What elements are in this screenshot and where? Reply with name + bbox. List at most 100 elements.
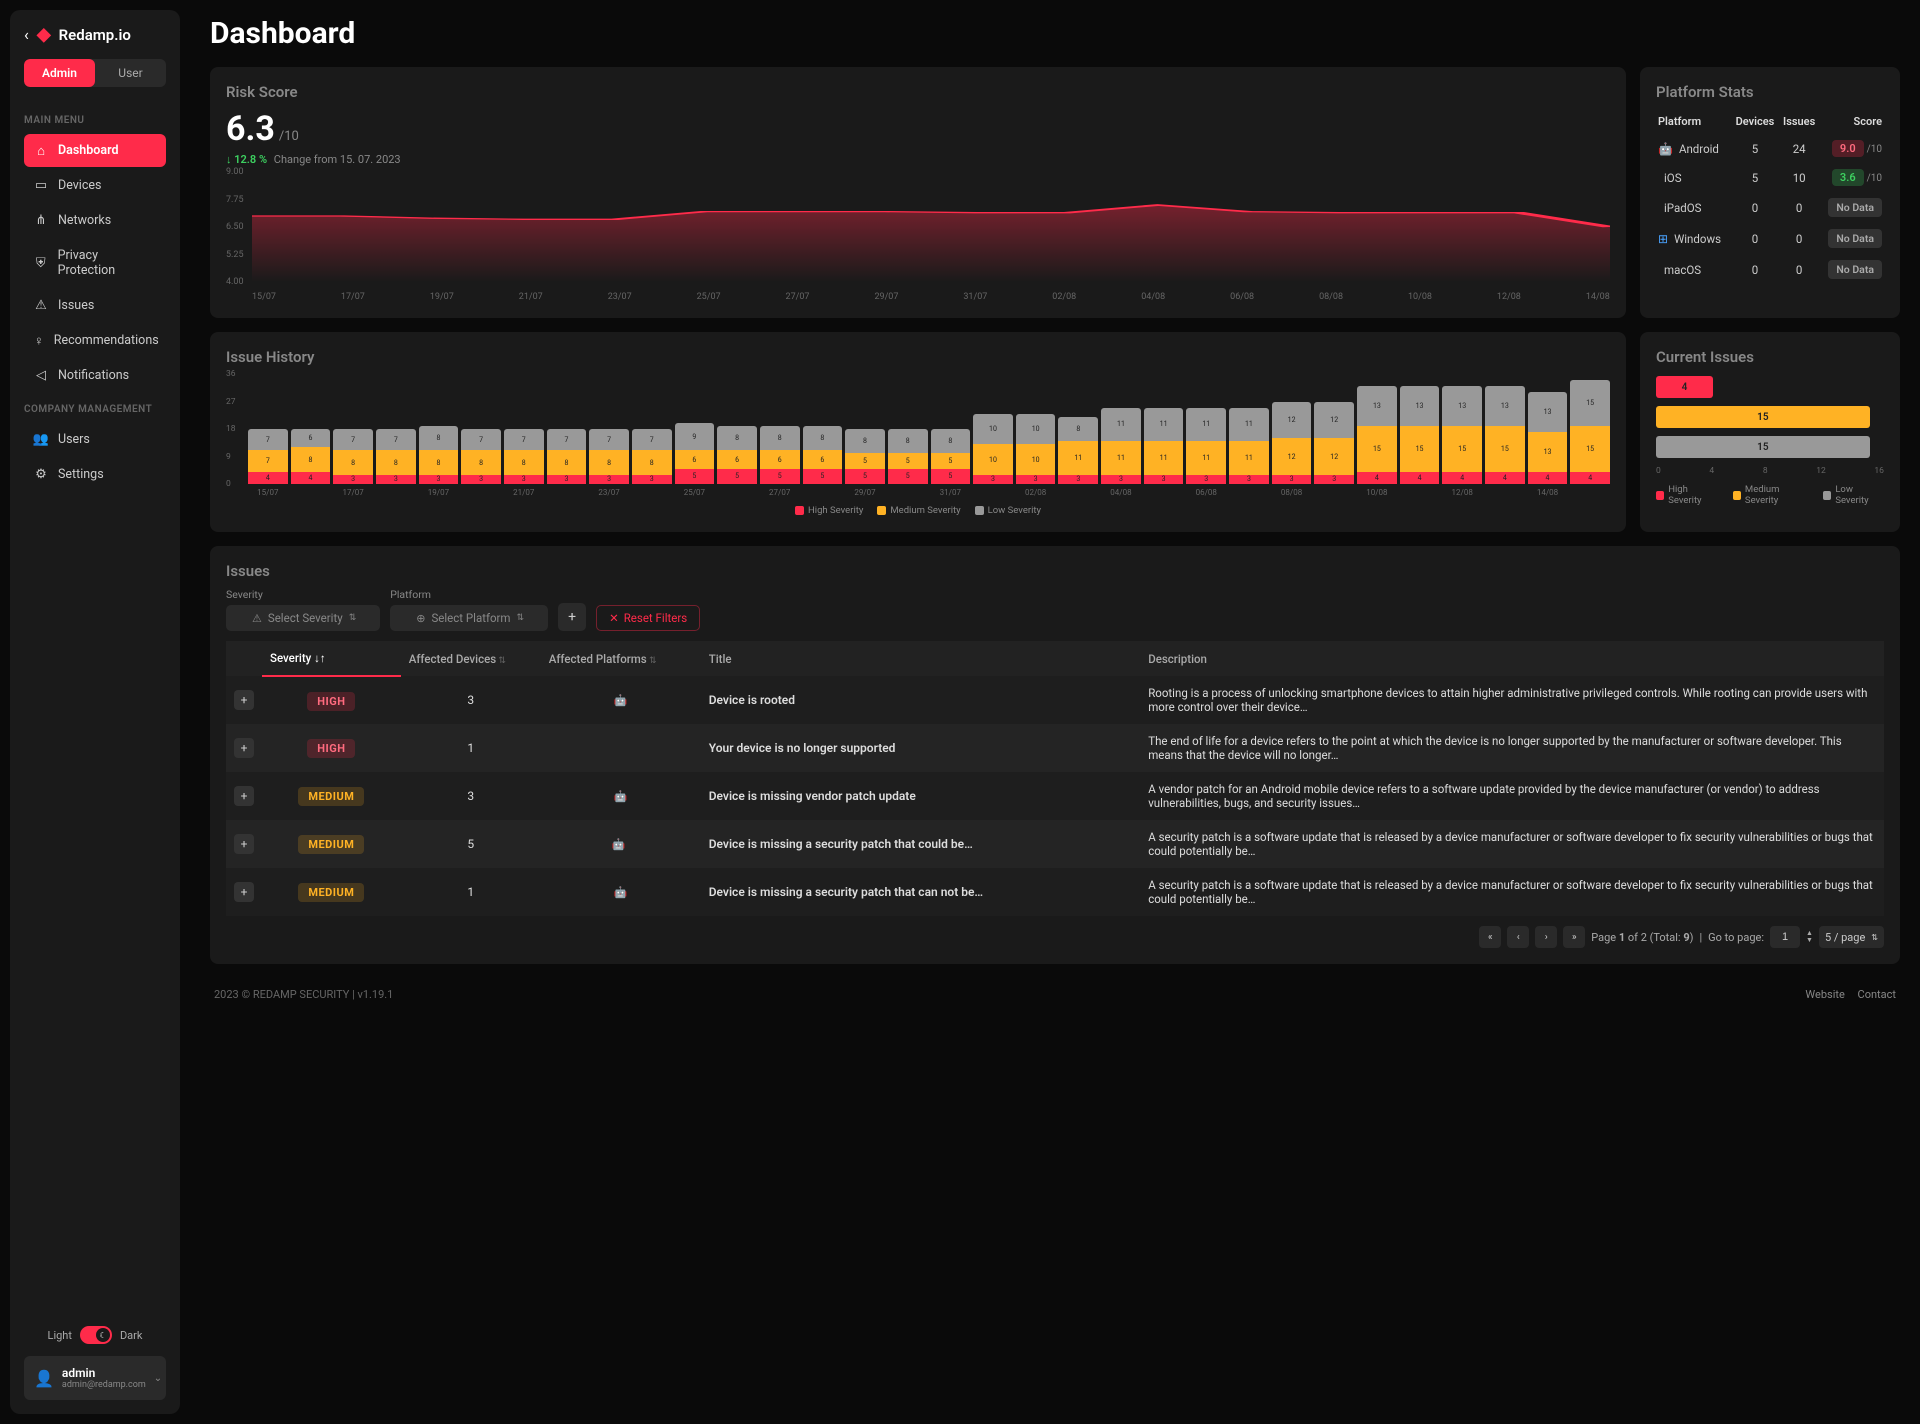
col-affected-devices[interactable]: Affected Devices [401,641,541,676]
history-bar: 11113 [1101,374,1141,484]
history-bar: 13154 [1485,374,1525,484]
issue-description: Rooting is a process of unlocking smartp… [1140,676,1884,724]
platform-row: iPadOS 00 No Data [1656,192,1884,223]
expand-row-button[interactable]: + [234,834,254,854]
expand-row-button[interactable]: + [234,882,254,902]
history-bar: 13154 [1400,374,1440,484]
phone-icon: ▭ [34,179,48,193]
android-icon: 🤖 [612,838,626,851]
history-bar: 783 [504,374,544,484]
affected-devices: 3 [401,676,541,724]
add-filter-button[interactable]: + [558,603,586,631]
risk-line-chart: 4.005.256.507.759.00 15/0717/0719/0721/0… [226,172,1610,302]
current-bar: 15 [1656,436,1884,458]
risk-title: Risk Score [226,83,1610,101]
platform-stats-title: Platform Stats [1656,83,1884,101]
history-bar: 13154 [1442,374,1482,484]
current-bar: 15 [1656,406,1884,428]
current-legend: High Severity Medium Severity Low Severi… [1656,484,1884,506]
sidebar-header: ‹ ◆ Redamp.io [24,24,166,45]
affected-devices: 5 [401,820,541,868]
platform-row: 🤖Android5249.0/10 [1656,134,1884,163]
nav-notifications[interactable]: ◁Notifications [24,359,166,392]
platform-name: iPadOS [1664,201,1701,215]
issue-title: Device is missing vendor patch update [701,772,1140,820]
user-name: admin [62,1366,146,1380]
user-menu[interactable]: 👤 admin admin@redamp.com ⌄ [24,1356,166,1400]
brand-name: Redamp.io [59,26,131,44]
history-bar: 865 [717,374,757,484]
globe-icon: ⊕ [416,612,425,625]
theme-switch[interactable]: ☾ [80,1326,112,1344]
affected-platforms: 🤖 [541,820,701,868]
risk-change-pct: 12.8 % [234,153,267,166]
page-last-button[interactable]: » [1563,926,1585,948]
current-issues-chart: 4 15 15 [1656,376,1884,458]
tab-user[interactable]: User [95,59,166,87]
reset-filters-button[interactable]: ✕ Reset Filters [596,605,700,631]
expand-row-button[interactable]: + [234,690,254,710]
platform-stats-card: Platform Stats Platform Devices Issues S… [1640,67,1900,318]
platform-icon: 🤖 [1658,142,1673,156]
goto-label: Go to page: [1708,931,1764,944]
page-first-button[interactable]: « [1479,926,1501,948]
main-content: Dashboard Risk Score 6.3 /10 ↓ 12.8 % Ch… [190,0,1920,1424]
platform-name: Android [1679,142,1719,156]
footer-contact-link[interactable]: Contact [1858,988,1896,1001]
platform-name: Windows [1674,232,1721,246]
back-icon[interactable]: ‹ [24,25,29,44]
severity-badge: HIGH [307,739,355,758]
bulb-icon: ♀ [34,334,44,348]
page-next-button[interactable]: › [1535,926,1557,948]
nav-recommendations[interactable]: ♀Recommendations [24,324,166,357]
platform-devices: 0 [1731,192,1779,223]
nav-privacy[interactable]: ⛨Privacy Protection [24,239,166,287]
issue-history-chart: 7746847837838837837837837837839658658658… [226,374,1610,484]
goto-stepper[interactable]: ▲▼ [1806,930,1813,944]
tab-admin[interactable]: Admin [24,59,95,87]
col-title[interactable]: Title [701,641,1140,676]
no-data-badge: No Data [1828,198,1882,217]
page-prev-button[interactable]: ‹ [1507,926,1529,948]
goto-page-input[interactable] [1770,926,1800,948]
nav-dashboard[interactable]: ⌂Dashboard [24,134,166,167]
current-bar: 4 [1656,376,1884,398]
history-bar: 865 [803,374,843,484]
col-affected-platforms[interactable]: Affected Platforms [541,641,701,676]
expand-row-button[interactable]: + [234,786,254,806]
platform-issues: 0 [1779,192,1820,223]
platform-select[interactable]: ⊕ Select Platform ⇅ [390,605,548,631]
gear-icon: ⚙ [34,468,48,482]
platform-issues: 24 [1779,134,1820,163]
no-data-badge: No Data [1828,260,1882,279]
history-legend: High Severity Medium Severity Low Severi… [226,505,1610,516]
sidebar: ‹ ◆ Redamp.io Admin User MAIN MENU ⌂Dash… [10,10,180,1414]
platform-row: macOS00No Data [1656,254,1884,285]
user-icon: 👤 [34,1369,54,1388]
issue-description: A security patch is a software update th… [1140,868,1884,916]
nav-users[interactable]: 👥Users [24,423,166,456]
expand-row-button[interactable]: + [234,738,254,758]
severity-badge: MEDIUM [298,883,364,902]
page-size-select[interactable]: 5 / page⇅ [1819,926,1884,948]
nav-issues[interactable]: ⚠Issues [24,289,166,322]
col-severity[interactable]: Severity ↓↑ [262,641,401,676]
history-bar: 13134 [1528,374,1568,484]
severity-badge: MEDIUM [298,787,364,806]
logo-icon: ◆ [37,24,51,45]
nav-devices[interactable]: ▭Devices [24,169,166,202]
history-bar: 865 [760,374,800,484]
issue-row: +MEDIUM5🤖Device is missing a security pa… [226,820,1884,868]
col-description[interactable]: Description [1140,641,1884,676]
platform-icon: ⊞ [1658,232,1668,246]
nav-settings[interactable]: ⚙Settings [24,458,166,491]
nav-networks[interactable]: ⋔Networks [24,204,166,237]
page-title: Dashboard [210,16,1900,51]
severity-select[interactable]: ⚠ Select Severity ⇅ [226,605,380,631]
score-badge: 9.0 [1832,140,1864,157]
warning-icon: ⚠ [252,612,262,625]
footer-website-link[interactable]: Website [1805,988,1844,1001]
pagination: « ‹ › » Page 1 of 2 (Total: 9) | Go to p… [226,926,1884,948]
history-bar: 11113 [1229,374,1269,484]
chevron-updown-icon: ⇅ [517,613,525,623]
